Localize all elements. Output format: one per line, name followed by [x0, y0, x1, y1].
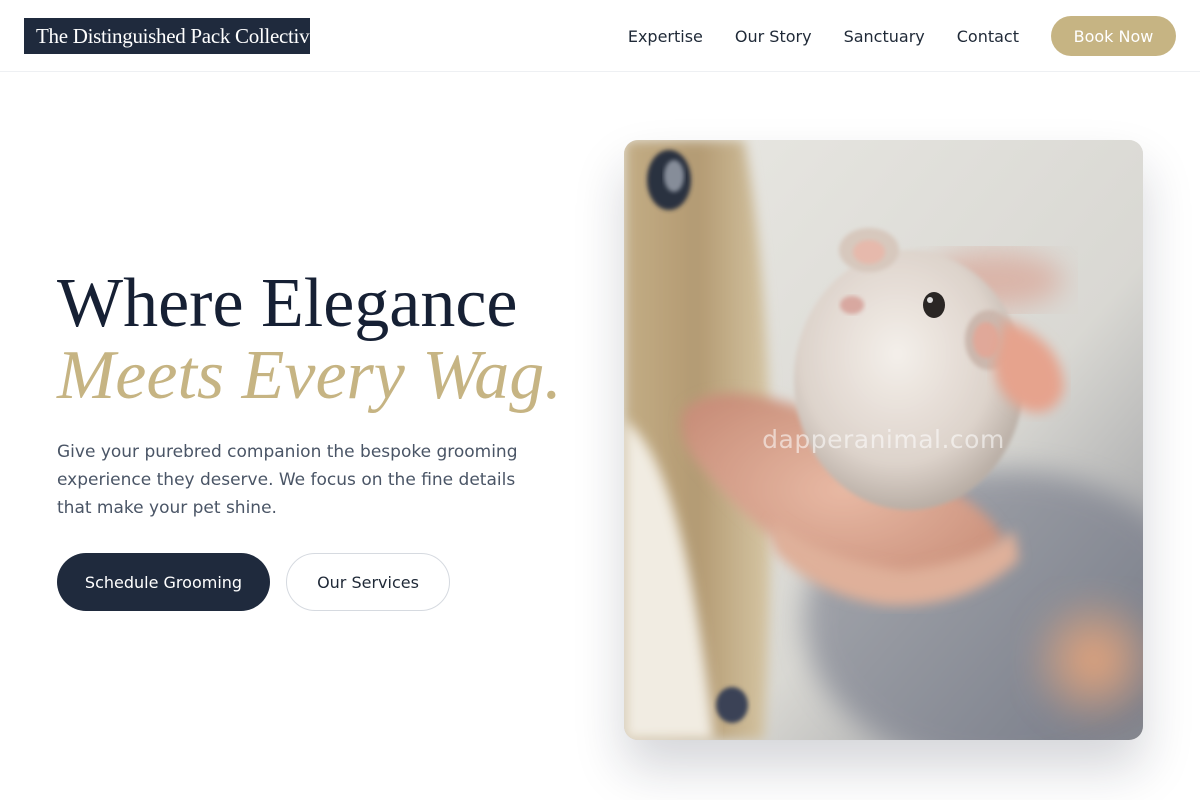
nav-link-contact[interactable]: Contact: [957, 27, 1019, 46]
schedule-grooming-button[interactable]: Schedule Grooming: [57, 553, 270, 611]
book-now-button[interactable]: Book Now: [1051, 16, 1176, 56]
hero-title-line-2: Meets Every Wag.: [57, 337, 562, 414]
image-watermark: dapperanimal.com: [762, 425, 1005, 454]
our-services-button[interactable]: Our Services: [286, 553, 450, 611]
hero-title: Where Elegance Meets Every Wag.: [57, 268, 562, 412]
site-logo[interactable]: The Distinguished Pack Collective: [24, 18, 319, 54]
hero-title-line-1: Where Elegance: [57, 265, 518, 342]
hero-image: dapperanimal.com: [624, 140, 1143, 740]
nav-link-expertise[interactable]: Expertise: [628, 27, 703, 46]
site-header: The Distinguished Pack Collective Expert…: [0, 0, 1200, 72]
main-nav: Expertise Our Story Sanctuary Contact Bo…: [628, 0, 1176, 72]
nav-link-our-story[interactable]: Our Story: [735, 27, 812, 46]
nav-link-sanctuary[interactable]: Sanctuary: [844, 27, 925, 46]
hero-description: Give your purebred companion the bespoke…: [57, 442, 518, 518]
